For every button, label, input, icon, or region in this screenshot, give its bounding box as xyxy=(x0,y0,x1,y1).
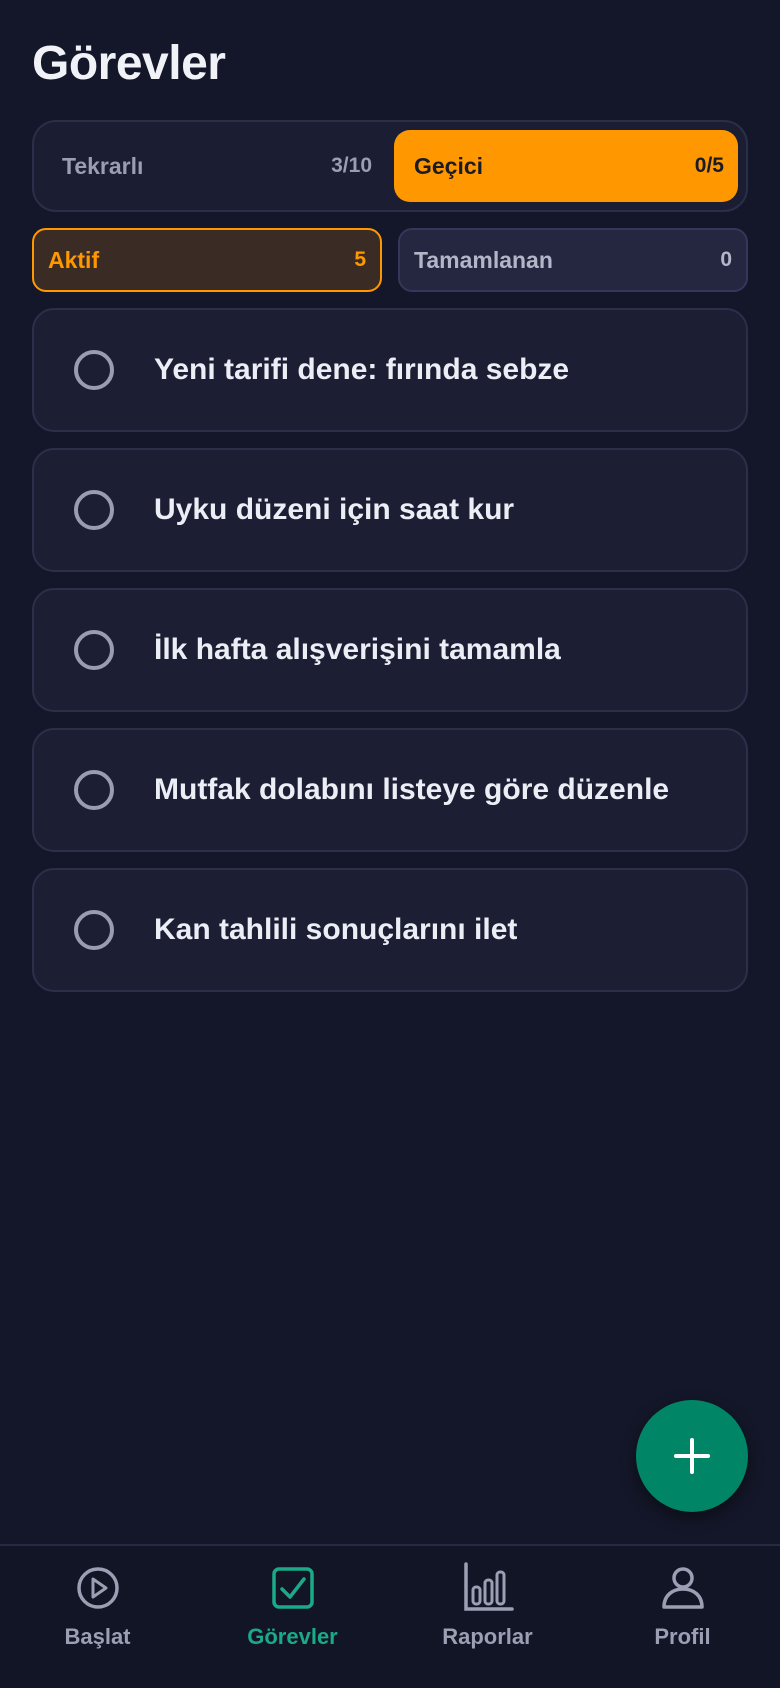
task-list: Yeni tarifi dene: fırında sebze Uyku düz… xyxy=(32,308,748,992)
nav-label-tasks: Görevler xyxy=(247,1624,338,1649)
task-title: Uyku düzeni için saat kur xyxy=(154,493,515,526)
task-item[interactable]: İlk hafta alışverişini tamamla xyxy=(32,588,748,712)
nav-label-reports: Raporlar xyxy=(442,1624,533,1649)
filter-completed-label: Tamamlanan xyxy=(414,246,553,273)
task-item[interactable]: Kan tahlili sonuçlarını ilet xyxy=(32,868,748,992)
play-circle-icon xyxy=(76,1567,119,1609)
task-title: İlk hafta alışverişini tamamla xyxy=(154,633,561,666)
task-type-switch: Tekrarlı 3/10 Geçici 0/5 xyxy=(32,120,748,212)
tab-temporary-count: 0/5 xyxy=(694,154,724,177)
task-title: Yeni tarifi dene: fırında sebze xyxy=(154,353,570,386)
plus-icon xyxy=(674,1438,710,1474)
nav-item-start[interactable]: Başlat xyxy=(0,1546,195,1688)
task-item[interactable]: Mutfak dolabını listeye göre düzenle xyxy=(32,728,748,852)
nav-label-profile: Profil xyxy=(654,1624,711,1649)
task-title: Mutfak dolabını listeye göre düzenle xyxy=(154,773,670,806)
filter-completed[interactable]: Tamamlanan 0 xyxy=(398,228,748,292)
task-checkbox[interactable] xyxy=(74,910,114,950)
tab-temporary[interactable]: Geçici 0/5 xyxy=(394,130,738,202)
nav-label-start: Başlat xyxy=(64,1624,131,1649)
filter-active-count: 5 xyxy=(354,248,366,271)
filter-completed-count: 0 xyxy=(720,248,732,271)
task-item[interactable]: Yeni tarifi dene: fırında sebze xyxy=(32,308,748,432)
filter-active[interactable]: Aktif 5 xyxy=(32,228,382,292)
task-checkbox[interactable] xyxy=(74,630,114,670)
tab-recurring-count: 3/10 xyxy=(331,154,372,177)
task-checkbox[interactable] xyxy=(74,350,114,390)
page-title: Görevler xyxy=(32,37,226,90)
user-icon xyxy=(661,1567,704,1609)
tab-recurring[interactable]: Tekrarlı 3/10 xyxy=(42,130,386,202)
task-checkbox[interactable] xyxy=(74,490,114,530)
bar-chart-icon xyxy=(463,1562,514,1611)
tab-recurring-label: Tekrarlı xyxy=(62,152,144,179)
task-title: Kan tahlili sonuçlarını ilet xyxy=(154,913,518,946)
filter-active-label: Aktif xyxy=(48,246,100,273)
task-checkbox[interactable] xyxy=(74,770,114,810)
add-task-button[interactable] xyxy=(636,1400,748,1512)
tasks-screen: Görevler Tekrarlı 3/10 Geçici 0/5 Aktif … xyxy=(0,0,780,1688)
nav-item-reports[interactable]: Raporlar xyxy=(390,1546,585,1688)
checkbox-icon xyxy=(271,1567,314,1609)
tab-temporary-label: Geçici xyxy=(414,152,484,179)
bottom-nav: Başlat Görevler Raporlar Profil xyxy=(0,1544,780,1688)
nav-item-tasks[interactable]: Görevler xyxy=(195,1546,390,1688)
task-item[interactable]: Uyku düzeni için saat kur xyxy=(32,448,748,572)
status-filters: Aktif 5 Tamamlanan 0 xyxy=(32,228,748,292)
nav-item-profile[interactable]: Profil xyxy=(585,1546,780,1688)
